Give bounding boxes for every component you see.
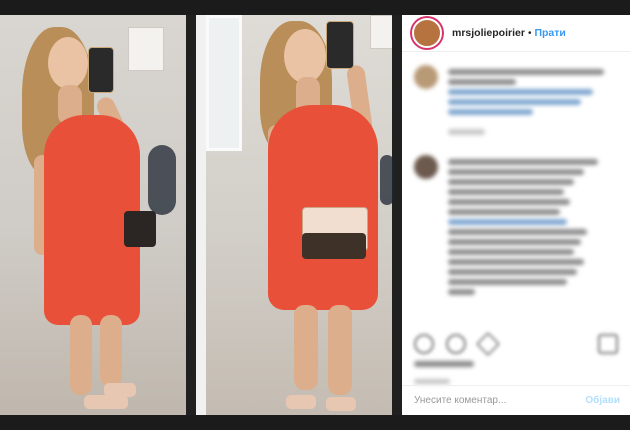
instagram-post-modal: mrsjoliepoirier • Прати Унесите коментар… [0,15,630,415]
comment-text-blurred [448,155,618,299]
handbag [124,211,156,247]
post-date-blurred [414,379,450,384]
leg-left [70,315,92,395]
post-comment-button[interactable]: Објави [585,395,620,406]
handbag-body [302,233,366,259]
leg-right [100,315,122,387]
comment-input[interactable] [412,394,586,407]
mirror-frame [186,15,196,415]
phone [326,21,354,69]
face [48,37,88,89]
comment-icon[interactable] [446,334,466,354]
avatar[interactable] [412,18,442,48]
mirror-frame [392,15,402,415]
rug [148,145,176,215]
phone [88,47,114,93]
heart-icon[interactable] [414,334,434,354]
shoe-left [286,395,316,409]
shoe-right [326,397,356,411]
share-icon[interactable] [475,331,501,357]
photo-divider [196,15,206,415]
bookmark-icon[interactable] [598,334,618,354]
comment-text-blurred [448,65,618,139]
leg-right [328,305,352,395]
post-actions [414,331,618,357]
comment-item [402,57,630,147]
comment-item [402,147,630,307]
comments-list[interactable] [402,57,630,319]
rug [380,155,394,205]
wall-picture [128,27,164,71]
shoe-left [84,395,128,409]
post-header: mrsjoliepoirier • Прати [402,15,630,52]
likes-count-blurred[interactable] [414,361,474,367]
separator-dot: • [527,27,532,39]
add-comment-bar: Објави [402,385,630,415]
shoe-right [104,383,136,397]
photo-panel-right [206,15,402,415]
face [284,29,326,83]
window [206,15,242,151]
post-photo[interactable] [0,15,402,415]
username-link[interactable]: mrsjoliepoirier [452,27,525,39]
post-side-panel: mrsjoliepoirier • Прати Унесите коментар… [402,15,630,415]
commenter-avatar[interactable] [414,155,438,179]
photo-panel-left [0,15,196,415]
leg-left [294,305,318,390]
commenter-avatar[interactable] [414,65,438,89]
follow-button[interactable]: Прати [534,27,565,39]
